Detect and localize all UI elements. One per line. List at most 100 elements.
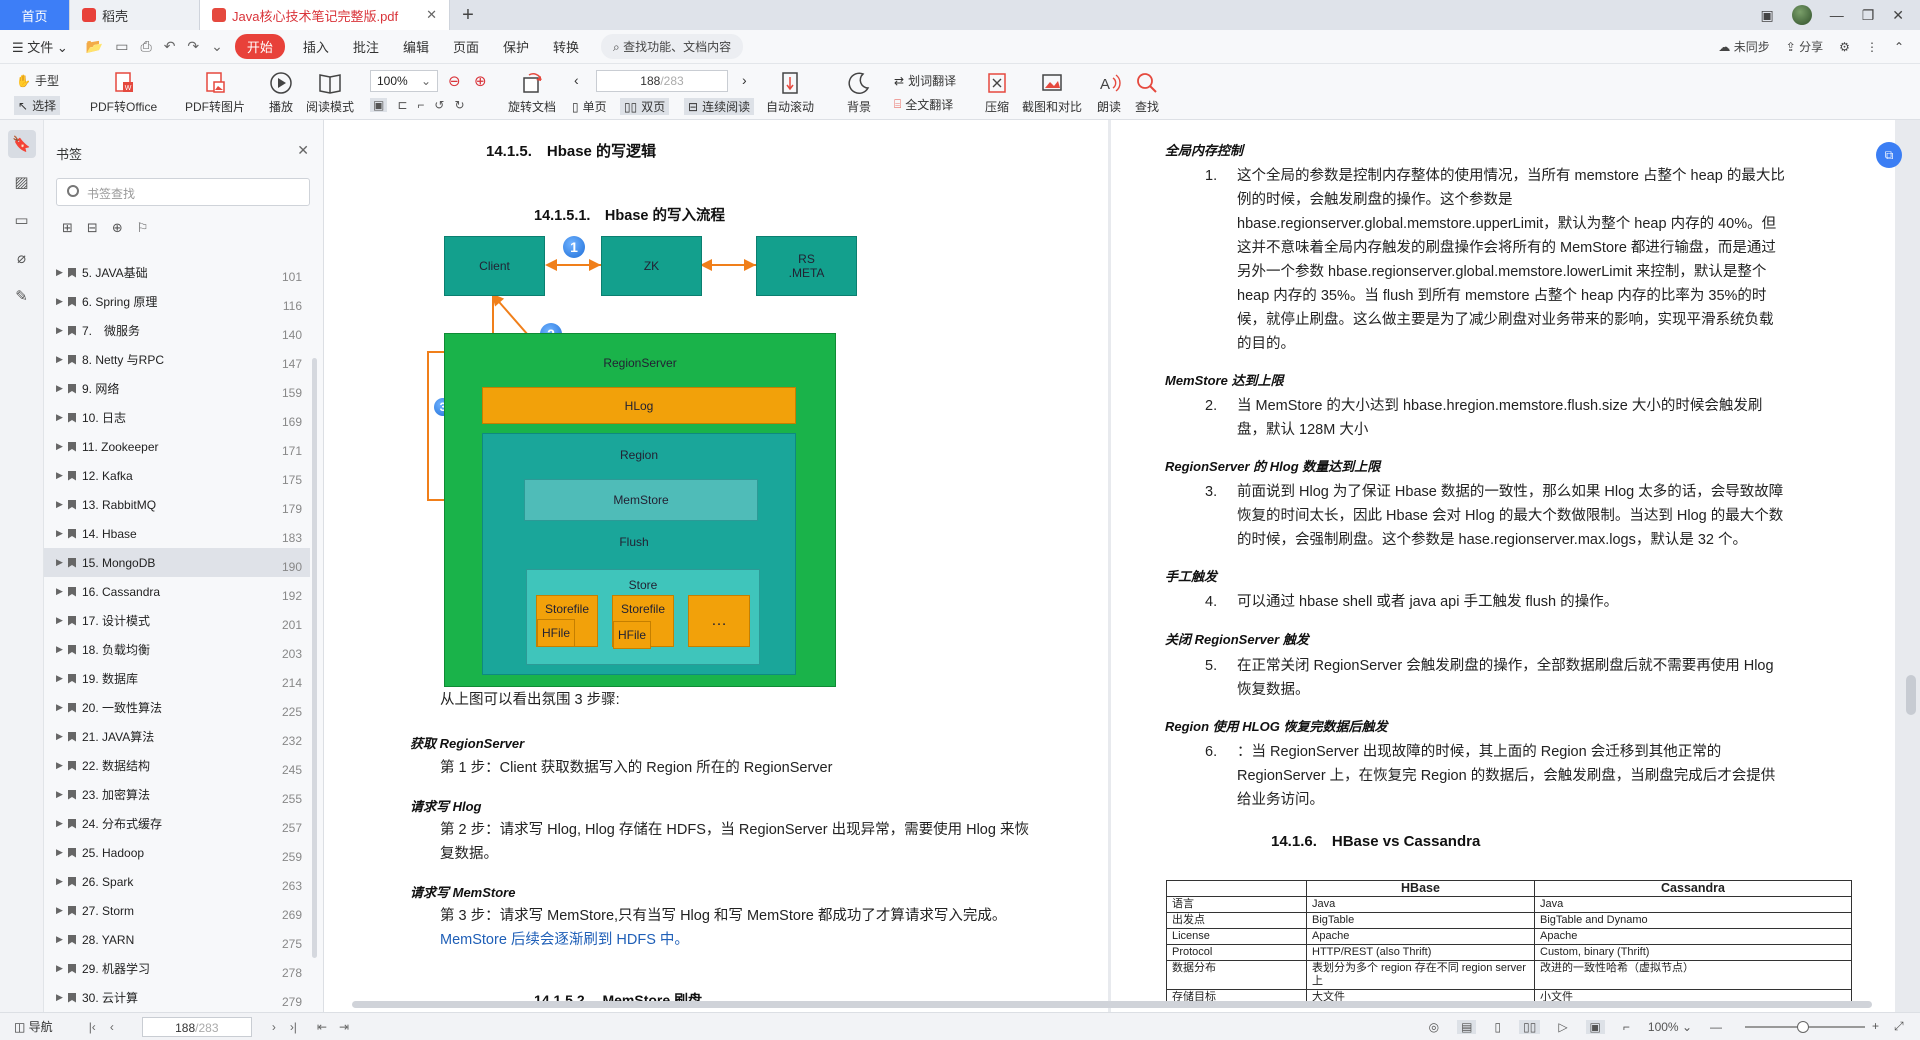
open-icon[interactable]: 📂: [80, 38, 109, 55]
zoom-out-icon[interactable]: ⊖: [448, 72, 461, 90]
fit-width-icon[interactable]: ⊏: [397, 98, 407, 112]
bookmark-item[interactable]: ▶ 19. 数据库 214: [44, 664, 310, 693]
rotate-doc-button[interactable]: 旋转文档: [508, 70, 556, 115]
play-status-icon[interactable]: ▷: [1558, 1020, 1567, 1034]
zoom-out-status-icon[interactable]: —: [1710, 1020, 1722, 1034]
full-translate-button[interactable]: ⌸ 全文翻译: [894, 96, 953, 113]
signature-icon[interactable]: ✎: [8, 282, 36, 310]
crop-icon[interactable]: ⌐: [417, 98, 424, 112]
hand-tool[interactable]: ✋ 手型: [16, 72, 59, 89]
expand-all-icon[interactable]: ⊞: [62, 220, 73, 236]
thumbnail-icon[interactable]: ▨: [8, 168, 36, 196]
expand-arrow-icon[interactable]: ▶: [56, 586, 64, 597]
comment-icon[interactable]: ▭: [8, 206, 36, 234]
add-bookmark-icon[interactable]: ⊕: [112, 220, 123, 236]
double-view-icon[interactable]: ▯▯: [1519, 1019, 1541, 1034]
bookmark-item[interactable]: ▶ 16. Cassandra 192: [44, 577, 310, 606]
select-tool[interactable]: ↖ 选择: [14, 96, 61, 115]
horizontal-scrollbar[interactable]: [340, 1000, 1900, 1009]
zoom-slider[interactable]: [1745, 1021, 1865, 1033]
play-button[interactable]: 播放: [268, 70, 294, 115]
menu-protect[interactable]: 保护: [491, 37, 541, 56]
tab-daoke[interactable]: 稻壳: [70, 0, 200, 30]
crop-status-icon[interactable]: ⌐: [1623, 1020, 1630, 1034]
new-tab-button[interactable]: +: [450, 0, 486, 30]
vertical-scroll-thumb[interactable]: [1906, 675, 1916, 715]
zoom-in-icon[interactable]: ⊕: [474, 72, 487, 90]
expand-arrow-icon[interactable]: ▶: [56, 673, 64, 684]
bookmark-item[interactable]: ▶ 6. Spring 原理 116: [44, 287, 310, 316]
horizontal-scroll-thumb[interactable]: [352, 1001, 1872, 1008]
zoom-in-status-icon[interactable]: +: [1872, 1019, 1879, 1033]
expand-arrow-icon[interactable]: ▶: [56, 702, 64, 713]
minimize-icon[interactable]: —: [1830, 7, 1844, 23]
last-page-icon[interactable]: ›|: [290, 1020, 297, 1034]
share-button[interactable]: ⇪ 分享: [1786, 38, 1823, 55]
bookmark-item[interactable]: ▶ 18. 负载均衡 203: [44, 635, 310, 664]
single-view-icon[interactable]: ▯: [1494, 1020, 1501, 1034]
more-menu-icon[interactable]: ⋮: [1866, 40, 1878, 54]
next-page-icon[interactable]: ›: [742, 72, 747, 88]
tab-home[interactable]: 首页: [0, 0, 70, 30]
bookmark-item[interactable]: ▶ 9. 网络 159: [44, 374, 310, 403]
bookmark-item[interactable]: ▶ 29. 机器学习 278: [44, 954, 310, 983]
expand-arrow-icon[interactable]: ▶: [56, 905, 64, 916]
read-aloud-button[interactable]: A 朗读: [1096, 70, 1122, 115]
print-icon[interactable]: ⎙: [134, 38, 157, 55]
close-window-icon[interactable]: ✕: [1892, 7, 1904, 24]
expand-arrow-icon[interactable]: ▶: [56, 963, 64, 974]
bookmark-item[interactable]: ▶ 21. JAVA算法 232: [44, 722, 310, 751]
bookmark-item[interactable]: ▶ 20. 一致性算法 225: [44, 693, 310, 722]
menu-edit[interactable]: 编辑: [391, 37, 441, 56]
close-tab-icon[interactable]: ✕: [426, 7, 437, 23]
zoom-select[interactable]: 100% ⌄: [370, 70, 438, 92]
menu-page[interactable]: 页面: [441, 37, 491, 56]
command-search[interactable]: ⌕ 查找功能、文档内容: [601, 34, 744, 59]
background-button[interactable]: 背景: [846, 70, 872, 115]
avatar[interactable]: [1791, 5, 1812, 25]
bookmark-item[interactable]: ▶ 25. Hadoop 259: [44, 838, 310, 867]
redo-icon[interactable]: ↷: [181, 38, 205, 55]
bookmark-item[interactable]: ▶ 22. 数据结构 245: [44, 751, 310, 780]
expand-arrow-icon[interactable]: ▶: [56, 383, 64, 394]
bookmark-item[interactable]: ▶ 27. Storm 269: [44, 896, 310, 925]
expand-arrow-icon[interactable]: ▶: [56, 441, 64, 452]
prev-page-status-icon[interactable]: ‹: [110, 1020, 114, 1034]
bookmark-item[interactable]: ▶ 23. 加密算法 255: [44, 780, 310, 809]
auto-scroll-button[interactable]: 自动滚动: [766, 70, 814, 115]
expand-arrow-icon[interactable]: ▶: [56, 789, 64, 800]
expand-arrow-icon[interactable]: ▶: [56, 818, 64, 829]
bookmark-item[interactable]: ▶ 7. 微服务 140: [44, 316, 310, 345]
more-icon[interactable]: ⌄: [205, 38, 229, 55]
pdf-to-image-button[interactable]: PDF转图片: [185, 70, 245, 115]
menu-insert[interactable]: 插入: [291, 37, 341, 56]
status-page-input[interactable]: 188/283: [141, 1016, 252, 1037]
bookmark-panel-icon[interactable]: 🔖: [7, 130, 36, 158]
expand-arrow-icon[interactable]: ▶: [56, 876, 64, 887]
page-number-input[interactable]: 188/283: [596, 70, 728, 92]
expand-arrow-icon[interactable]: ▶: [56, 731, 64, 742]
first-page-icon[interactable]: |‹: [89, 1020, 96, 1034]
expand-arrow-icon[interactable]: ▶: [56, 470, 64, 481]
attachment-icon[interactable]: ⌀: [8, 244, 36, 272]
tab-document[interactable]: Java核心技术笔记完整版.pdf ✕: [200, 0, 450, 30]
expand-arrow-icon[interactable]: ▶: [56, 760, 64, 771]
bookmark-item[interactable]: ▶ 17. 设计模式 201: [44, 606, 310, 635]
bookmark-item[interactable]: ▶ 24. 分布式缓存 257: [44, 809, 310, 838]
back-icon[interactable]: ⇤: [317, 1020, 327, 1034]
bookmark-item[interactable]: ▶ 26. Spark 263: [44, 867, 310, 896]
menu-annotate[interactable]: 批注: [341, 37, 391, 56]
bookmark-item[interactable]: ▶ 28. YARN 275: [44, 925, 310, 954]
bookmark-item[interactable]: ▶ 14. Hbase 183: [44, 519, 310, 548]
floating-tool-button[interactable]: ⧉: [1876, 142, 1902, 168]
bookmark-item[interactable]: ▶ 30. 云计算 279: [44, 983, 310, 1012]
close-panel-icon[interactable]: ✕: [297, 142, 309, 159]
word-translate-button[interactable]: ⇄ 划词翻译: [894, 72, 956, 89]
rotate-left-icon[interactable]: ↺: [434, 98, 444, 112]
expand-arrow-icon[interactable]: ▶: [56, 934, 64, 945]
bookmark-item[interactable]: ▶ 10. 日志 169: [44, 403, 310, 432]
menu-start[interactable]: 开始: [234, 34, 285, 59]
fullscreen-icon[interactable]: ⤢: [1894, 1019, 1904, 1034]
next-page-status-icon[interactable]: ›: [272, 1020, 276, 1034]
prev-page-icon[interactable]: ‹: [574, 72, 579, 88]
